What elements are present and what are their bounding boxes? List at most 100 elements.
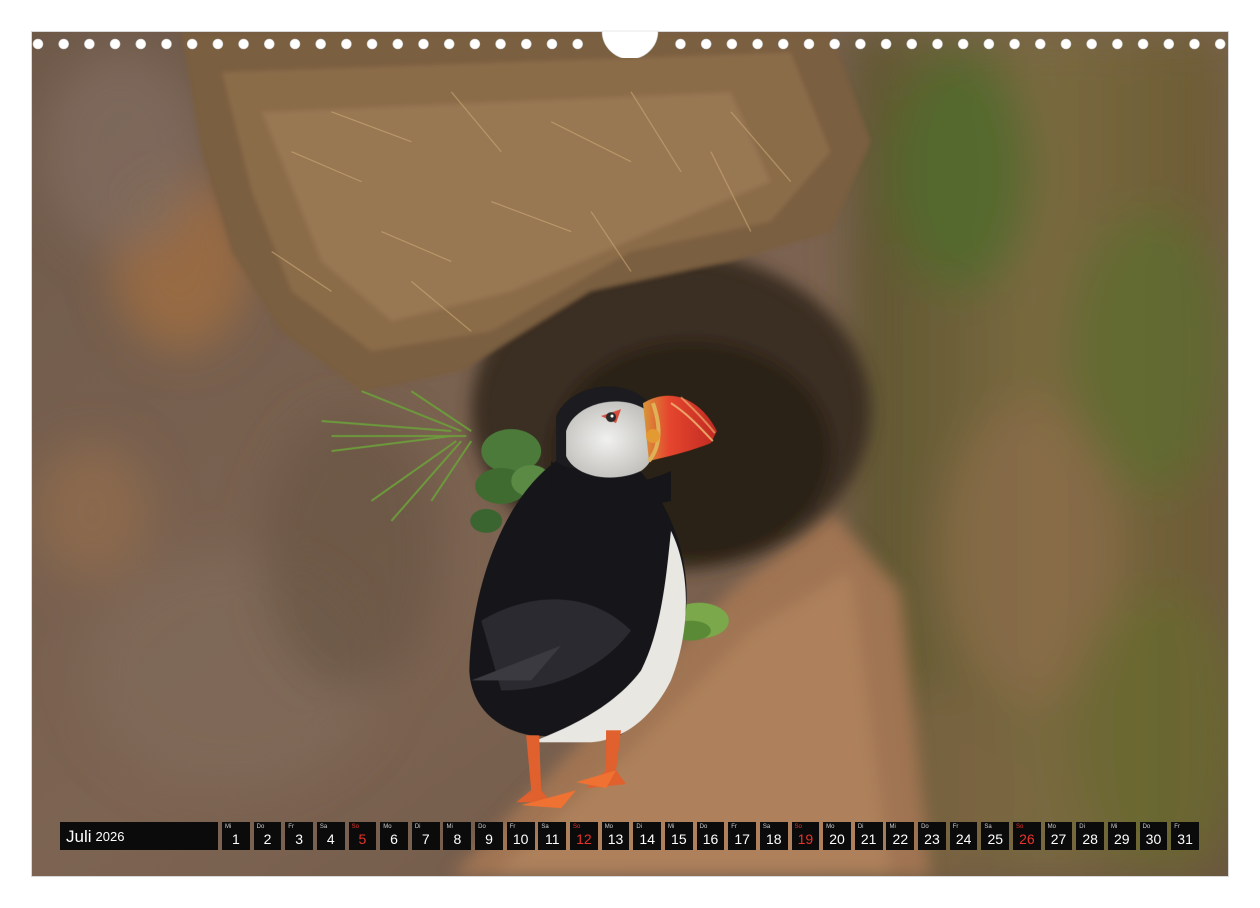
month-label: Juli 2026 — [60, 822, 218, 850]
day-cell: Mi 8 — [443, 822, 472, 850]
day-number: 20 — [829, 831, 845, 847]
day-weekday: Di — [857, 824, 864, 830]
day-weekday: Mi — [889, 824, 896, 830]
day-cell: Do 30 — [1139, 822, 1168, 850]
day-weekday: So — [351, 824, 359, 830]
day-weekday: Do — [478, 824, 486, 830]
day-weekday: Do — [921, 824, 929, 830]
day-number: 5 — [358, 831, 367, 847]
day-cell: Di 21 — [854, 822, 883, 850]
day-cell: Do 2 — [253, 822, 282, 850]
day-cell: So 12 — [570, 822, 598, 850]
day-number: 4 — [326, 831, 335, 847]
day-weekday: Do — [699, 824, 708, 830]
day-number: 21 — [860, 831, 877, 847]
day-cell: So 19 — [791, 822, 820, 850]
day-cell: Sa 18 — [759, 822, 788, 850]
day-cell: Sa 11 — [538, 822, 567, 850]
day-cell: Mi 22 — [886, 822, 915, 850]
day-cell: Fr 24 — [949, 822, 978, 850]
day-cell: Mo 27 — [1044, 822, 1073, 850]
day-cell: So 5 — [348, 822, 377, 850]
day-weekday: Mi — [667, 824, 675, 830]
day-number: 1 — [231, 831, 240, 847]
day-number: 6 — [390, 831, 398, 847]
day-number: 17 — [734, 831, 750, 847]
day-number: 30 — [1145, 831, 1162, 847]
day-cell: Mi 29 — [1107, 822, 1136, 850]
month-year: 2026 — [95, 828, 125, 844]
day-weekday: Di — [636, 824, 642, 830]
day-weekday: Fr — [509, 824, 516, 830]
day-weekday: Sa — [984, 824, 992, 830]
day-number: 7 — [421, 831, 430, 847]
day-number: 22 — [892, 831, 909, 847]
day-cell: Do 9 — [475, 822, 503, 850]
day-number: 25 — [987, 831, 1004, 847]
day-weekday: So — [794, 824, 802, 830]
day-weekday: Fr — [288, 824, 294, 830]
day-weekday: Sa — [762, 824, 771, 830]
day-number: 28 — [1082, 831, 1098, 847]
day-weekday: Do — [1142, 824, 1151, 830]
day-weekday: So — [573, 824, 581, 830]
day-cell: Mi 15 — [664, 822, 693, 850]
day-number: 15 — [671, 831, 687, 847]
day-cell: Fr 17 — [728, 822, 756, 850]
day-number: 10 — [512, 831, 529, 847]
day-cell: Sa 25 — [981, 822, 1010, 850]
day-cell: Di 14 — [633, 822, 662, 850]
day-weekday: Mi — [1110, 824, 1118, 830]
day-weekday: So — [1016, 824, 1024, 830]
day-weekday: Do — [256, 824, 265, 830]
day-weekday: Di — [414, 824, 421, 830]
puffin-photo — [32, 32, 1228, 876]
day-cell: Do 16 — [696, 822, 725, 850]
day-weekday: Sa — [319, 824, 328, 830]
day-weekday: Mo — [604, 824, 614, 830]
day-cell: So 26 — [1013, 822, 1041, 850]
day-cells: Mi 1 Do 2 Fr 3 Sa 4 So 5 Mo 6 Di 7 Mi 8 Do 9 Fr 10 Sa 11 So 12 M… — [222, 822, 1199, 850]
day-cell: Fr 3 — [285, 822, 314, 850]
day-number: 16 — [702, 831, 719, 847]
day-number: 29 — [1114, 831, 1130, 847]
day-number: 14 — [639, 831, 655, 847]
day-number: 31 — [1177, 831, 1193, 847]
month-name: Juli — [66, 826, 92, 846]
day-number: 23 — [924, 831, 940, 847]
calendar-strip: Juli 2026 Mi 1 Do 2 Fr 3 Sa 4 So 5 Mo 6 Di 7 Mi 8 Do 9 Fr 1… — [60, 822, 1199, 850]
day-weekday: Fr — [1174, 824, 1180, 830]
day-weekday: Mo — [1047, 824, 1056, 830]
day-weekday: Sa — [541, 824, 549, 830]
day-cell: Mo 20 — [823, 822, 851, 850]
day-number: 19 — [797, 831, 814, 847]
day-cell: Mo 6 — [380, 822, 408, 850]
day-number: 12 — [576, 831, 592, 847]
calendar-page: Juli 2026 Mi 1 Do 2 Fr 3 Sa 4 So 5 Mo 6 Di 7 Mi 8 Do 9 Fr 1… — [31, 31, 1229, 877]
day-cell: Fr 10 — [506, 822, 535, 850]
day-cell: Fr 31 — [1171, 822, 1199, 850]
day-weekday: Fr — [731, 824, 737, 830]
day-cell: Do 23 — [918, 822, 946, 850]
day-weekday: Mi — [446, 824, 453, 830]
day-number: 18 — [765, 831, 782, 847]
day-weekday: Di — [1079, 824, 1085, 830]
day-number: 9 — [485, 831, 493, 847]
day-weekday: Mo — [826, 824, 835, 830]
day-cell: Mi 1 — [222, 822, 250, 850]
day-number: 2 — [263, 831, 272, 847]
day-weekday: Mo — [383, 824, 392, 830]
day-weekday: Mi — [225, 824, 232, 830]
day-number: 8 — [453, 831, 462, 847]
day-cell: Di 7 — [411, 822, 440, 850]
day-number: 3 — [295, 831, 304, 847]
day-number: 26 — [1019, 831, 1035, 847]
day-weekday: Fr — [952, 824, 959, 830]
day-cell: Di 28 — [1076, 822, 1105, 850]
day-number: 13 — [607, 831, 624, 847]
day-number: 24 — [955, 831, 972, 847]
day-cell: Sa 4 — [316, 822, 345, 850]
day-number: 11 — [545, 831, 560, 847]
day-number: 27 — [1050, 831, 1067, 847]
day-cell: Mo 13 — [601, 822, 630, 850]
